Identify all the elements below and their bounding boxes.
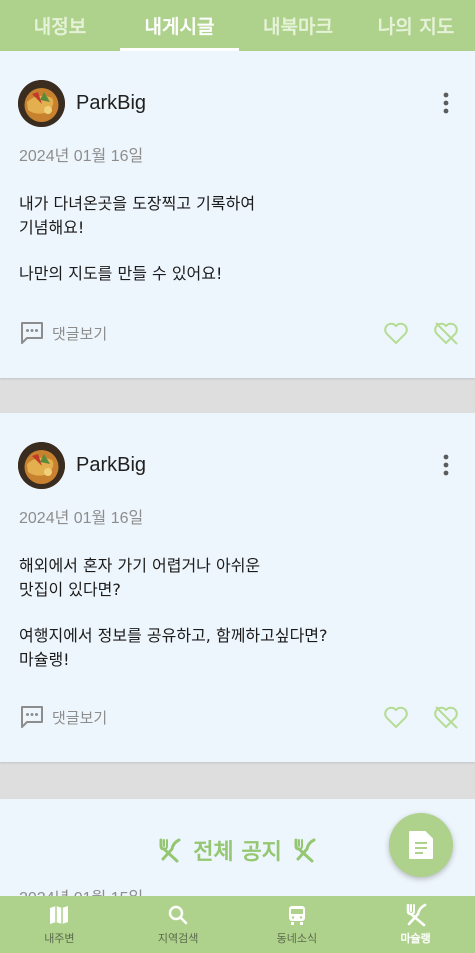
document-icon (409, 831, 433, 859)
tab-my-info[interactable]: 내정보 (0, 0, 120, 51)
comment-label[interactable]: 댓글보기 (52, 323, 107, 344)
write-post-button[interactable] (389, 813, 453, 877)
post-author[interactable]: ParkBig (76, 454, 146, 477)
comment-icon[interactable] (19, 320, 45, 346)
post-body-line: 마슐랭! (19, 650, 70, 669)
post-body-line: 맛집이 있다면? (19, 580, 121, 599)
post-date: 2024년 01월 16일 (19, 510, 144, 527)
map-icon (50, 906, 69, 924)
post-body-line: 기념해요! (19, 218, 85, 237)
cutlery-icon (406, 903, 426, 927)
tab-my-map[interactable]: 나의 지도 (357, 0, 475, 51)
heart-icon[interactable] (383, 704, 409, 730)
post-card: ParkBig 2024년 01월 16일 내가 다녀온곳을 도장찍고 기록하여… (0, 51, 475, 378)
nav-label: 동네소식 (276, 932, 318, 945)
notice-title[interactable]: 전체 공지 (193, 834, 282, 866)
nav-label: 내주변 (44, 932, 75, 945)
heart-icon[interactable] (383, 320, 409, 346)
more-vert-icon[interactable] (438, 91, 454, 115)
top-tab-bar: 내정보 내게시글 내북마크 나의 지도 (0, 0, 475, 51)
post-body-line: 여행지에서 정보를 공유하고, 함께하고싶다면? (19, 626, 328, 645)
post-date: 2024년 01월 16일 (19, 148, 144, 165)
tab-my-posts[interactable]: 내게시글 (120, 0, 239, 51)
nav-item-nearby[interactable]: 내주변 (0, 896, 119, 953)
nav-item-region-search[interactable]: 지역검색 (119, 896, 238, 953)
post-body-line: 내가 다녀온곳을 도장찍고 기록하여 (19, 194, 256, 213)
post-card: ParkBig 2024년 01월 16일 해외에서 혼자 가기 어렵거나 아쉬… (0, 413, 475, 762)
tab-my-bookmarks[interactable]: 내북마크 (239, 0, 357, 51)
cutlery-icon (294, 838, 316, 863)
nav-item-local-news[interactable]: 동네소식 (238, 896, 357, 953)
comment-icon[interactable] (19, 704, 45, 730)
search-icon (168, 905, 188, 925)
heart-off-icon[interactable] (432, 319, 460, 347)
avatar[interactable] (18, 442, 65, 489)
heart-off-icon[interactable] (432, 703, 460, 731)
bottom-nav: 내주변 지역검색 동네소식 마슐랭 (0, 896, 475, 953)
avatar[interactable] (18, 80, 65, 127)
bus-icon (288, 906, 305, 925)
cutlery-icon (159, 838, 181, 863)
post-body-line: 나만의 지도를 만들 수 있어요! (19, 264, 223, 283)
post-author[interactable]: ParkBig (76, 92, 146, 115)
more-vert-icon[interactable] (438, 453, 454, 477)
nav-label: 지역검색 (157, 932, 199, 945)
post-body-line: 해외에서 혼자 가기 어렵거나 아쉬운 (19, 556, 261, 575)
comment-label[interactable]: 댓글보기 (52, 707, 107, 728)
nav-item-masulraeng[interactable]: 마슐랭 (356, 896, 475, 953)
nav-label: 마슐랭 (400, 932, 431, 945)
